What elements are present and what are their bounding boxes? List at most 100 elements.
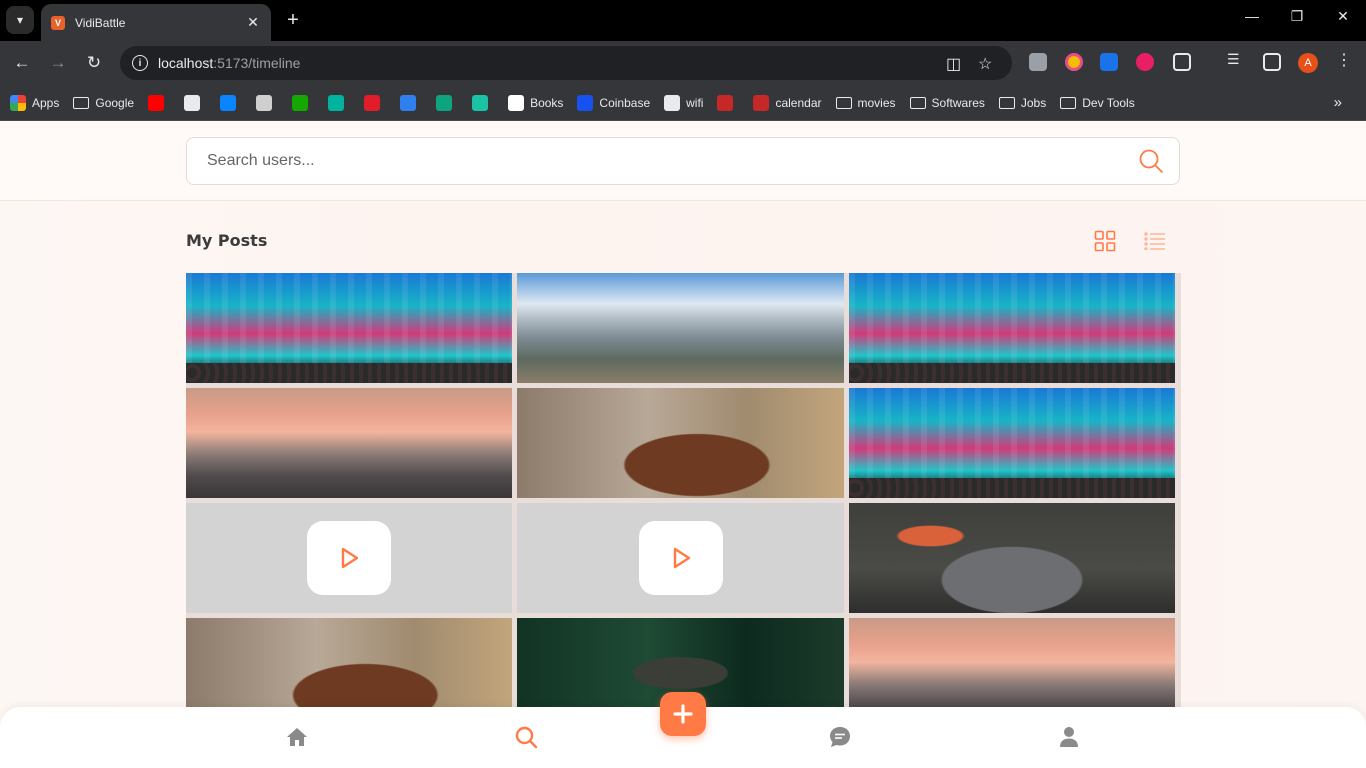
bookmark-item[interactable]: movies <box>835 95 896 110</box>
bookmark-item[interactable] <box>148 94 170 111</box>
address-bar[interactable]: i localhost:5173/timeline ◫ ☆ <box>120 46 1012 80</box>
tab-search-button[interactable]: ▾ <box>6 6 34 34</box>
extension-fi-icon[interactable] <box>1100 53 1118 71</box>
bookmark-favicon-icon <box>184 94 201 111</box>
app-page: My Posts <box>0 121 1366 768</box>
bookmark-favicon-icon <box>148 94 165 111</box>
folder-icon <box>1060 96 1077 109</box>
restore-icon[interactable]: ❐ <box>1285 8 1309 25</box>
bookmark-favicon-icon <box>508 94 525 111</box>
bookmark-item[interactable] <box>717 94 739 111</box>
play-icon <box>638 521 723 595</box>
bookmark-item[interactable] <box>400 94 422 111</box>
play-icon <box>307 521 391 595</box>
bookmark-item[interactable]: Jobs <box>998 95 1047 110</box>
bookmark-item[interactable] <box>256 94 278 111</box>
bookmark-label: movies <box>857 95 896 110</box>
video-post-tile[interactable] <box>186 503 512 613</box>
forward-icon[interactable]: → <box>47 52 69 74</box>
extension-icon[interactable] <box>1029 53 1047 71</box>
browser-tab[interactable]: V VidiBattle ✕ <box>41 4 271 41</box>
image-post-tile[interactable] <box>517 273 844 383</box>
search-input[interactable] <box>207 152 1131 170</box>
user-icon[interactable] <box>1057 725 1081 749</box>
folder-icon <box>909 96 926 109</box>
posts-grid <box>186 273 1181 728</box>
new-tab-button[interactable]: + <box>282 9 304 31</box>
search-box <box>186 137 1180 185</box>
bookmark-favicon-icon <box>328 94 345 111</box>
bookmark-item[interactable]: Apps <box>10 94 60 111</box>
bookmark-favicon-icon <box>436 94 453 111</box>
close-window-icon[interactable]: ✕ <box>1331 8 1355 25</box>
bookmark-label: Jobs <box>1020 95 1047 110</box>
home-icon[interactable] <box>285 725 309 749</box>
bookmark-favicon-icon <box>753 94 770 111</box>
bookmark-item[interactable]: Dev Tools <box>1060 96 1135 110</box>
image-post-tile[interactable] <box>849 273 1175 383</box>
bookmark-label: Google <box>95 95 135 110</box>
bookmark-item[interactable] <box>364 94 386 111</box>
bookmark-item[interactable]: wifi <box>664 94 703 111</box>
close-tab-icon[interactable]: ✕ <box>245 14 261 31</box>
install-app-icon[interactable]: ◫ <box>946 54 961 74</box>
side-panel-icon[interactable] <box>1263 53 1281 71</box>
bookmark-favicon-icon <box>472 94 489 111</box>
more-bookmarks-icon[interactable]: » <box>1334 94 1342 111</box>
extension-pink-icon[interactable] <box>1136 53 1154 71</box>
bookmark-label: Apps <box>32 95 60 110</box>
video-post-tile[interactable] <box>517 503 844 613</box>
browser-toolbar: ← → ↻ i localhost:5173/timeline ◫ ☆ ☰ A … <box>0 41 1366 85</box>
bookmark-favicon-icon <box>717 94 734 111</box>
extensions-puzzle-icon[interactable] <box>1173 53 1191 71</box>
create-post-button[interactable] <box>660 692 706 736</box>
tab-title: VidiBattle <box>75 15 126 30</box>
reload-icon[interactable]: ↻ <box>83 52 105 74</box>
bookmark-item[interactable] <box>220 94 242 111</box>
chat-icon[interactable] <box>828 725 852 749</box>
bookmark-item[interactable]: Google <box>73 96 134 110</box>
folder-icon <box>998 96 1015 109</box>
list-view-icon[interactable] <box>1143 229 1167 253</box>
bookmark-item[interactable] <box>436 94 458 111</box>
bookmark-star-icon[interactable]: ☆ <box>978 54 992 74</box>
search-icon[interactable] <box>1131 141 1171 181</box>
bookmark-item[interactable] <box>292 94 314 111</box>
bookmark-item[interactable] <box>328 94 350 111</box>
minimize-icon[interactable]: — <box>1240 8 1264 24</box>
extension-color-icon[interactable] <box>1065 53 1083 71</box>
bookmark-item[interactable] <box>472 94 494 111</box>
image-post-tile[interactable] <box>186 388 512 498</box>
menu-kebab-icon[interactable]: ⋮ <box>1336 50 1354 69</box>
image-post-tile[interactable] <box>517 388 844 498</box>
bookmark-item[interactable] <box>184 94 206 111</box>
tab-favicon-icon: V <box>51 15 65 30</box>
image-post-tile[interactable] <box>849 388 1175 498</box>
bookmark-item[interactable]: Books <box>508 94 564 111</box>
site-info-icon[interactable]: i <box>132 55 148 71</box>
media-control-icon[interactable]: ☰ <box>1227 51 1245 69</box>
image-post-tile[interactable] <box>186 273 512 383</box>
bookmark-item[interactable]: Coinbase <box>577 94 651 111</box>
bookmark-favicon-icon <box>577 94 594 111</box>
url-path: :5173/timeline <box>213 55 301 71</box>
folder-icon <box>835 96 852 109</box>
bookmark-label: calendar <box>775 95 822 110</box>
bookmark-label: Books <box>530 95 564 110</box>
bookmark-label: Coinbase <box>599 95 651 110</box>
bookmark-favicon-icon <box>664 94 681 111</box>
back-icon[interactable]: ← <box>11 52 33 74</box>
search-nav-icon[interactable] <box>514 725 538 749</box>
grid-view-icon[interactable] <box>1093 229 1117 253</box>
image-post-tile[interactable] <box>849 503 1175 613</box>
folder-icon <box>73 96 90 109</box>
bookmark-item[interactable]: calendar <box>753 94 822 111</box>
bookmark-favicon-icon <box>364 94 381 111</box>
bookmark-item[interactable]: Softwares <box>909 95 985 110</box>
apps-grid-icon <box>10 94 26 111</box>
tab-strip: ▾ V VidiBattle ✕ + — ❐ ✕ <box>0 0 1366 41</box>
bookmarks-bar: Apps Google Books Coinbase wifi calendar movie… <box>0 85 1366 121</box>
profile-avatar[interactable]: A <box>1298 53 1318 73</box>
bookmark-favicon-icon <box>292 94 309 111</box>
bookmark-label: Softwares <box>931 95 985 110</box>
